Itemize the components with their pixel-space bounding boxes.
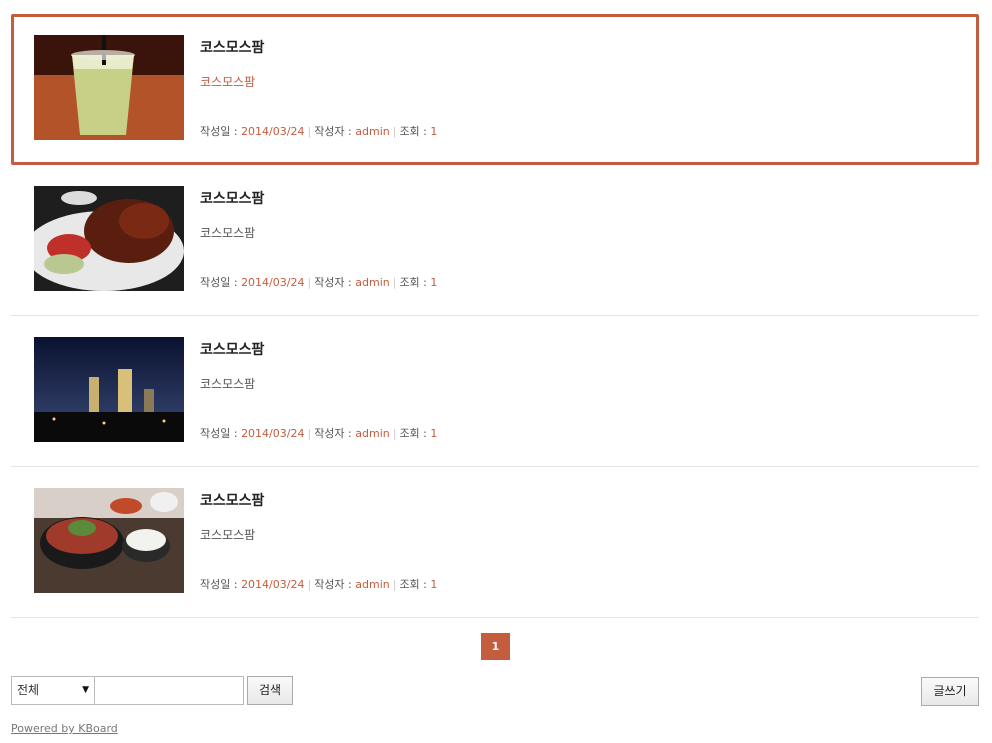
post-title[interactable]: 코스모스팜	[200, 188, 264, 208]
views-label: 조회 :	[399, 276, 427, 289]
views-label: 조회 :	[399, 578, 427, 591]
post-author: admin	[355, 578, 390, 591]
page-button-current[interactable]: 1	[481, 633, 510, 660]
night-city-image	[34, 337, 184, 442]
post-meta: 작성일 : 2014/03/24 | 작성자 : admin | 조회 : 1	[200, 578, 438, 591]
views-label: 조회 :	[399, 427, 427, 440]
post-meta: 작성일 : 2014/03/24 | 작성자 : admin | 조회 : 1	[200, 276, 438, 289]
list-item[interactable]: 코스모스팜 코스모스팜 작성일 : 2014/03/24 | 작성자 : admin…	[11, 14, 979, 165]
post-date: 2014/03/24	[241, 578, 305, 591]
date-label: 작성일 :	[200, 427, 238, 440]
dropdown-arrow-icon: ▼	[82, 685, 89, 695]
post-author: admin	[355, 276, 390, 289]
post-thumbnail[interactable]	[34, 337, 184, 442]
search-scope-select[interactable]: 전체 ▼	[11, 676, 96, 705]
post-title[interactable]: 코스모스팜	[200, 37, 264, 57]
post-list: 코스모스팜 코스모스팜 작성일 : 2014/03/24 | 작성자 : admin…	[11, 14, 979, 618]
post-thumbnail[interactable]	[34, 488, 184, 593]
post-summary: 코스모스팜	[200, 226, 256, 240]
post-summary: 코스모스팜	[200, 75, 256, 89]
kiwi-drink-image	[34, 35, 184, 140]
post-date: 2014/03/24	[241, 427, 305, 440]
post-title[interactable]: 코스모스팜	[200, 490, 264, 510]
post-date: 2014/03/24	[241, 276, 305, 289]
post-views: 1	[430, 125, 438, 138]
list-item[interactable]: 코스모스팜 코스모스팜 작성일 : 2014/03/24 | 작성자 : admin…	[11, 467, 979, 618]
search-button[interactable]: 검색	[247, 676, 293, 705]
post-views: 1	[430, 276, 438, 289]
post-author: admin	[355, 125, 390, 138]
date-label: 작성일 :	[200, 276, 238, 289]
date-label: 작성일 :	[200, 578, 238, 591]
post-title[interactable]: 코스모스팜	[200, 339, 264, 359]
post-meta: 작성일 : 2014/03/24 | 작성자 : admin | 조회 : 1	[200, 125, 438, 138]
post-summary: 코스모스팜	[200, 377, 256, 391]
korean-meal-image	[34, 488, 184, 593]
powered-by-link[interactable]: Powered by KBoard	[11, 722, 118, 735]
post-thumbnail[interactable]	[34, 186, 184, 291]
author-label: 작성자 :	[314, 125, 352, 138]
author-label: 작성자 :	[314, 427, 352, 440]
search-input[interactable]	[94, 676, 244, 705]
post-views: 1	[430, 427, 438, 440]
views-label: 조회 :	[399, 125, 427, 138]
post-date: 2014/03/24	[241, 125, 305, 138]
search-scope-value: 전체	[17, 683, 40, 697]
author-label: 작성자 :	[314, 276, 352, 289]
post-thumbnail[interactable]	[34, 35, 184, 140]
post-views: 1	[430, 578, 438, 591]
list-item[interactable]: 코스모스팜 코스모스팜 작성일 : 2014/03/24 | 작성자 : admin…	[11, 165, 979, 316]
post-meta: 작성일 : 2014/03/24 | 작성자 : admin | 조회 : 1	[200, 427, 438, 440]
write-button[interactable]: 글쓰기	[921, 677, 979, 706]
pagination: 1	[481, 633, 510, 660]
list-item[interactable]: 코스모스팜 코스모스팜 작성일 : 2014/03/24 | 작성자 : admin…	[11, 316, 979, 467]
post-author: admin	[355, 427, 390, 440]
post-summary: 코스모스팜	[200, 528, 256, 542]
fried-chicken-image	[34, 186, 184, 291]
date-label: 작성일 :	[200, 125, 238, 138]
author-label: 작성자 :	[314, 578, 352, 591]
